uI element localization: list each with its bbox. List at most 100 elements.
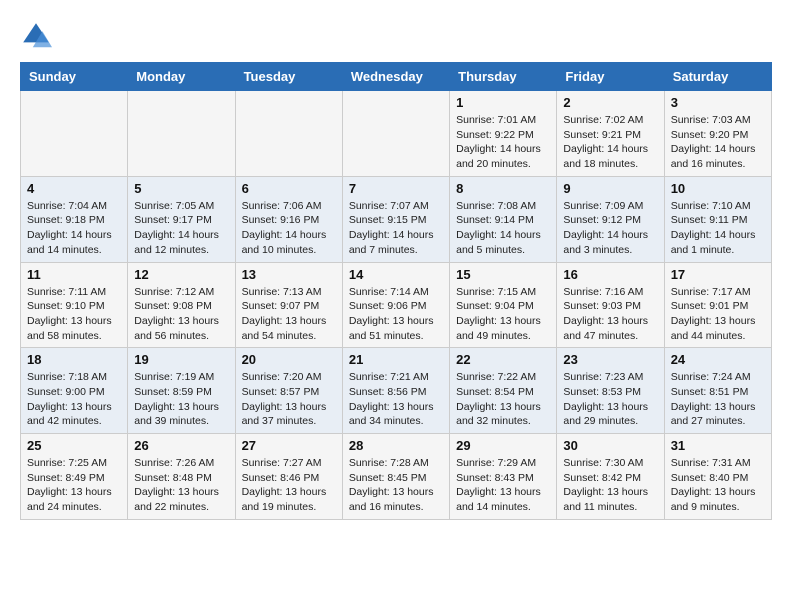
week-row-5: 25Sunrise: 7:25 AM Sunset: 8:49 PM Dayli… — [21, 434, 772, 520]
weekday-header-tuesday: Tuesday — [235, 63, 342, 91]
calendar-table: SundayMondayTuesdayWednesdayThursdayFrid… — [20, 62, 772, 520]
calendar-cell: 19 Sunrise: 7:19 AM Sunset: 8:59 PM Dayli… — [128, 348, 235, 434]
calendar-cell: 23 Sunrise: 7:23 AM Sunset: 8:53 PM Dayli… — [557, 348, 664, 434]
calendar-cell: 15 Sunrise: 7:15 AM Sunset: 9:04 PM Dayli… — [450, 262, 557, 348]
calendar-cell: 22 Sunrise: 7:22 AM Sunset: 8:54 PM Dayli… — [450, 348, 557, 434]
day-number: 27 — [242, 438, 336, 453]
day-info: Sunrise: 7:11 AM Sunset: 9:10 PM Dayligh… — [27, 285, 121, 344]
calendar-cell: 1Sunrise: 7:01 AM Sunset: 9:22 PM Daylig… — [450, 91, 557, 177]
weekday-header-wednesday: Wednesday — [342, 63, 449, 91]
logo — [20, 20, 58, 52]
day-number: 3 — [671, 95, 765, 110]
calendar-cell: 26 Sunrise: 7:26 AM Sunset: 8:48 PM Dayli… — [128, 434, 235, 520]
calendar-cell: 11 Sunrise: 7:11 AM Sunset: 9:10 PM Dayli… — [21, 262, 128, 348]
day-number: 8 — [456, 181, 550, 196]
calendar-cell — [342, 91, 449, 177]
day-info: Sunrise: 7:22 AM Sunset: 8:54 PM Dayligh… — [456, 370, 550, 429]
day-number: 6 — [242, 181, 336, 196]
calendar-cell — [21, 91, 128, 177]
day-info: Sunrise: 7:05 AM Sunset: 9:17 PM Dayligh… — [134, 199, 228, 258]
week-row-3: 11 Sunrise: 7:11 AM Sunset: 9:10 PM Dayli… — [21, 262, 772, 348]
day-info: Sunrise: 7:24 AM Sunset: 8:51 PM Dayligh… — [671, 370, 765, 429]
calendar-cell: 5 Sunrise: 7:05 AM Sunset: 9:17 PM Daylig… — [128, 176, 235, 262]
day-number: 12 — [134, 267, 228, 282]
day-number: 20 — [242, 352, 336, 367]
day-number: 22 — [456, 352, 550, 367]
page-header — [20, 20, 772, 52]
calendar-cell: 20 Sunrise: 7:20 AM Sunset: 8:57 PM Dayli… — [235, 348, 342, 434]
day-number: 14 — [349, 267, 443, 282]
day-info: Sunrise: 7:07 AM Sunset: 9:15 PM Dayligh… — [349, 199, 443, 258]
day-info: Sunrise: 7:26 AM Sunset: 8:48 PM Dayligh… — [134, 456, 228, 515]
day-number: 18 — [27, 352, 121, 367]
day-info: Sunrise: 7:30 AM Sunset: 8:42 PM Dayligh… — [563, 456, 657, 515]
day-number: 21 — [349, 352, 443, 367]
calendar-cell: 21 Sunrise: 7:21 AM Sunset: 8:56 PM Dayli… — [342, 348, 449, 434]
day-number: 26 — [134, 438, 228, 453]
day-info: Sunrise: 7:08 AM Sunset: 9:14 PM Dayligh… — [456, 199, 550, 258]
calendar-cell: 13 Sunrise: 7:13 AM Sunset: 9:07 PM Dayli… — [235, 262, 342, 348]
day-info: Sunrise: 7:13 AM Sunset: 9:07 PM Dayligh… — [242, 285, 336, 344]
calendar-cell: 17 Sunrise: 7:17 AM Sunset: 9:01 PM Dayli… — [664, 262, 771, 348]
calendar-cell: 16 Sunrise: 7:16 AM Sunset: 9:03 PM Dayli… — [557, 262, 664, 348]
calendar-cell: 8 Sunrise: 7:08 AM Sunset: 9:14 PM Daylig… — [450, 176, 557, 262]
day-info: Sunrise: 7:18 AM Sunset: 9:00 PM Dayligh… — [27, 370, 121, 429]
calendar-cell — [128, 91, 235, 177]
calendar-cell: 30 Sunrise: 7:30 AM Sunset: 8:42 PM Dayli… — [557, 434, 664, 520]
day-number: 9 — [563, 181, 657, 196]
day-number: 13 — [242, 267, 336, 282]
day-info: Sunrise: 7:06 AM Sunset: 9:16 PM Dayligh… — [242, 199, 336, 258]
day-info: Sunrise: 7:12 AM Sunset: 9:08 PM Dayligh… — [134, 285, 228, 344]
week-row-1: 1Sunrise: 7:01 AM Sunset: 9:22 PM Daylig… — [21, 91, 772, 177]
day-info: Sunrise: 7:31 AM Sunset: 8:40 PM Dayligh… — [671, 456, 765, 515]
day-info: Sunrise: 7:03 AM Sunset: 9:20 PM Dayligh… — [671, 113, 765, 172]
weekday-header-monday: Monday — [128, 63, 235, 91]
calendar-cell: 4Sunrise: 7:04 AM Sunset: 9:18 PM Daylig… — [21, 176, 128, 262]
calendar-cell: 18 Sunrise: 7:18 AM Sunset: 9:00 PM Dayli… — [21, 348, 128, 434]
day-number: 5 — [134, 181, 228, 196]
weekday-header-friday: Friday — [557, 63, 664, 91]
day-number: 11 — [27, 267, 121, 282]
day-info: Sunrise: 7:17 AM Sunset: 9:01 PM Dayligh… — [671, 285, 765, 344]
calendar-cell — [235, 91, 342, 177]
calendar-cell: 7 Sunrise: 7:07 AM Sunset: 9:15 PM Daylig… — [342, 176, 449, 262]
calendar-cell: 6 Sunrise: 7:06 AM Sunset: 9:16 PM Daylig… — [235, 176, 342, 262]
day-info: Sunrise: 7:23 AM Sunset: 8:53 PM Dayligh… — [563, 370, 657, 429]
day-info: Sunrise: 7:20 AM Sunset: 8:57 PM Dayligh… — [242, 370, 336, 429]
day-info: Sunrise: 7:02 AM Sunset: 9:21 PM Dayligh… — [563, 113, 657, 172]
day-info: Sunrise: 7:19 AM Sunset: 8:59 PM Dayligh… — [134, 370, 228, 429]
day-number: 7 — [349, 181, 443, 196]
day-info: Sunrise: 7:25 AM Sunset: 8:49 PM Dayligh… — [27, 456, 121, 515]
day-info: Sunrise: 7:29 AM Sunset: 8:43 PM Dayligh… — [456, 456, 550, 515]
day-number: 24 — [671, 352, 765, 367]
day-info: Sunrise: 7:14 AM Sunset: 9:06 PM Dayligh… — [349, 285, 443, 344]
calendar-cell: 2 Sunrise: 7:02 AM Sunset: 9:21 PM Daylig… — [557, 91, 664, 177]
day-info: Sunrise: 7:16 AM Sunset: 9:03 PM Dayligh… — [563, 285, 657, 344]
weekday-header-saturday: Saturday — [664, 63, 771, 91]
calendar-cell: 28Sunrise: 7:28 AM Sunset: 8:45 PM Dayli… — [342, 434, 449, 520]
calendar-cell: 27Sunrise: 7:27 AM Sunset: 8:46 PM Dayli… — [235, 434, 342, 520]
calendar-cell: 29Sunrise: 7:29 AM Sunset: 8:43 PM Dayli… — [450, 434, 557, 520]
week-row-2: 4Sunrise: 7:04 AM Sunset: 9:18 PM Daylig… — [21, 176, 772, 262]
day-number: 16 — [563, 267, 657, 282]
calendar-cell: 25Sunrise: 7:25 AM Sunset: 8:49 PM Dayli… — [21, 434, 128, 520]
day-info: Sunrise: 7:10 AM Sunset: 9:11 PM Dayligh… — [671, 199, 765, 258]
day-number: 10 — [671, 181, 765, 196]
day-number: 30 — [563, 438, 657, 453]
day-number: 19 — [134, 352, 228, 367]
day-info: Sunrise: 7:01 AM Sunset: 9:22 PM Dayligh… — [456, 113, 550, 172]
calendar-cell: 14 Sunrise: 7:14 AM Sunset: 9:06 PM Dayli… — [342, 262, 449, 348]
day-info: Sunrise: 7:15 AM Sunset: 9:04 PM Dayligh… — [456, 285, 550, 344]
calendar-cell: 12 Sunrise: 7:12 AM Sunset: 9:08 PM Dayli… — [128, 262, 235, 348]
day-number: 2 — [563, 95, 657, 110]
weekday-header-sunday: Sunday — [21, 63, 128, 91]
calendar-cell: 24 Sunrise: 7:24 AM Sunset: 8:51 PM Dayli… — [664, 348, 771, 434]
day-number: 17 — [671, 267, 765, 282]
day-number: 23 — [563, 352, 657, 367]
week-row-4: 18 Sunrise: 7:18 AM Sunset: 9:00 PM Dayli… — [21, 348, 772, 434]
day-info: Sunrise: 7:21 AM Sunset: 8:56 PM Dayligh… — [349, 370, 443, 429]
weekday-header-row: SundayMondayTuesdayWednesdayThursdayFrid… — [21, 63, 772, 91]
day-number: 15 — [456, 267, 550, 282]
logo-icon — [20, 20, 52, 52]
calendar-cell: 31Sunrise: 7:31 AM Sunset: 8:40 PM Dayli… — [664, 434, 771, 520]
